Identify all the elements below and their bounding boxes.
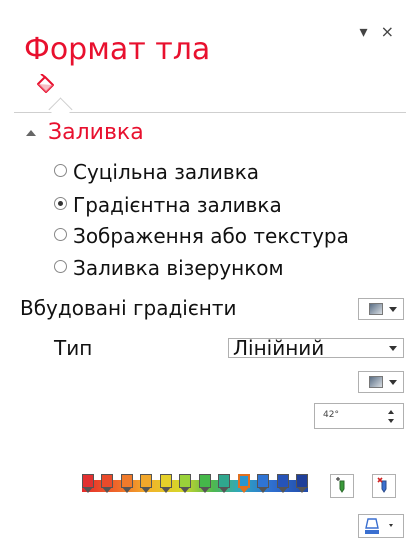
fill-section-header[interactable]: Заливка [26,120,144,145]
stop-pointer [297,487,307,493]
gradient-fill-radio[interactable] [54,197,67,210]
gradient-type-select[interactable]: Лінійний [228,336,404,360]
gradient-stop-handle[interactable] [218,474,230,494]
pane-controls[interactable]: ▾ × [359,22,398,41]
add-stop-icon [336,477,345,493]
stop-pointer [102,487,112,493]
gradient-stop-handle[interactable] [257,474,269,494]
gradient-stop-handle[interactable] [160,474,172,494]
pane-title: Формат тла [24,32,211,67]
gradient-fill-option[interactable]: Градієнтна заливка [54,193,282,217]
pattern-fill-label: Заливка візерунком [73,256,284,280]
stop-body [160,474,172,488]
stop-pointer [278,487,288,493]
angle-value: 42° [323,410,339,420]
format-background-pane-frame: Формат тла ▾ × Заливка Суцільна заливка … [0,0,414,544]
gradient-stop-handle[interactable] [199,474,211,494]
stop-body [82,474,94,488]
tab-separator [14,112,406,113]
gradient-stops-bar[interactable] [82,470,312,496]
gradient-type-value: Лінійний [233,336,325,360]
chevron-down-icon [389,346,397,351]
pattern-fill-option[interactable]: Заливка візерунком [54,256,284,280]
gradient-stop-handle[interactable] [179,474,191,494]
stop-pointer [83,487,93,493]
angle-spinner[interactable]: 42° [314,403,404,429]
solid-fill-radio[interactable] [54,164,67,177]
fill-section-label: Заливка [48,120,144,145]
chevron-down-icon [389,380,397,385]
stop-pointer [239,487,249,493]
gradient-stop-handle[interactable] [277,474,289,494]
paint-bucket-icon[interactable] [32,74,56,98]
stop-pointer [200,487,210,493]
gradient-stop-handle[interactable] [238,474,250,494]
stop-body [238,474,250,488]
preset-gradients-label: Вбудовані градієнти [20,296,237,320]
direction-dropdown[interactable] [358,371,404,393]
gradient-stop-handle[interactable] [140,474,152,494]
stop-body [101,474,113,488]
gradient-stop-handle[interactable] [101,474,113,494]
stop-body [257,474,269,488]
remove-stop-icon [377,477,387,493]
stop-pointer [219,487,229,493]
stop-body [296,474,308,488]
preset-gradients-dropdown[interactable] [358,298,404,320]
gradient-fill-label: Градієнтна заливка [73,193,282,217]
stop-pointer [141,487,151,493]
solid-fill-option[interactable]: Суцільна заливка [54,160,259,184]
stop-body [179,474,191,488]
chevron-down-icon [389,307,397,312]
stop-body [218,474,230,488]
picture-texture-fill-option[interactable]: Зображення або текстура [54,224,349,248]
format-background-pane: Формат тла ▾ × Заливка Суцільна заливка … [14,0,406,544]
active-tab-caret [48,97,73,122]
color-picker-button[interactable] [358,514,404,538]
gradient-track [82,480,308,492]
stop-pointer [161,487,171,493]
picture-texture-fill-radio[interactable] [54,228,67,241]
stop-body [121,474,133,488]
gradient-stop-handle[interactable] [82,474,94,494]
direction-swatch-icon [369,376,383,388]
stop-body [199,474,211,488]
collapse-triangle-icon[interactable] [26,130,36,136]
add-gradient-stop-button[interactable] [330,474,354,498]
gradient-swatch-icon [369,303,383,315]
stop-pointer [258,487,268,493]
gradient-stop-handle[interactable] [296,474,308,494]
spin-up-icon[interactable] [388,410,394,414]
gradient-stop-handle[interactable] [121,474,133,494]
fill-color-icon [365,518,393,534]
stop-body [140,474,152,488]
remove-gradient-stop-button[interactable] [372,474,396,498]
spin-down-icon[interactable] [388,419,394,423]
solid-fill-label: Суцільна заливка [73,160,260,184]
type-label: Тип [54,336,93,360]
stop-pointer [122,487,132,493]
stop-body [277,474,289,488]
pattern-fill-radio[interactable] [54,260,67,273]
picture-texture-fill-label: Зображення або текстура [73,224,349,248]
stop-pointer [180,487,190,493]
